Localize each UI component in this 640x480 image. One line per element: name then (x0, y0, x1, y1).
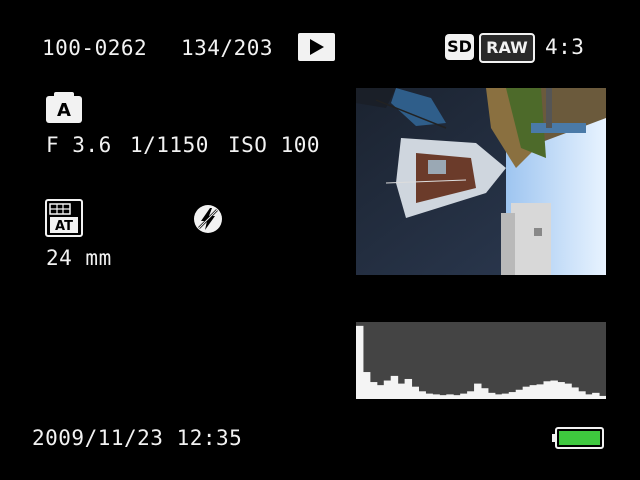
aspect-ratio: 4:3 (545, 35, 585, 59)
aperture-priority-mode-icon: A (46, 92, 82, 123)
histogram-bin (474, 383, 482, 399)
photo-preview (356, 88, 606, 275)
shutter-speed: 1/1150 (130, 133, 209, 157)
histogram-bin (543, 381, 551, 399)
histogram-bin (390, 375, 399, 399)
play-icon[interactable] (298, 33, 335, 61)
file-number: 100-0262 (42, 36, 148, 60)
battery-full-icon (552, 427, 604, 449)
histogram-bin (536, 384, 544, 399)
histogram-bin (529, 385, 538, 399)
sd-card-icon: SD (445, 34, 474, 60)
play-triangle-icon (310, 39, 324, 55)
focal-length: 24 mm (46, 246, 112, 270)
frame-counter: 134/203 (181, 36, 274, 60)
date-time: 2009/11/23 12:35 (32, 426, 243, 450)
histogram-baseline (356, 397, 606, 399)
histogram-bin (397, 383, 406, 399)
histogram-bin (404, 378, 413, 399)
histogram-bin (550, 380, 558, 399)
battery-level-fill (559, 431, 600, 445)
histogram-bin (369, 382, 378, 399)
flash-off-icon (194, 205, 222, 233)
at-label: AT (55, 219, 73, 234)
histogram-bin (564, 383, 572, 399)
histogram-bin (356, 325, 364, 399)
raw-format-badge: RAW (479, 33, 535, 63)
auto-scene-at-icon: AT (45, 199, 83, 237)
iso-value: ISO 100 (228, 133, 321, 157)
histogram (356, 322, 606, 399)
histogram-bin (362, 372, 371, 399)
histogram-bin (557, 382, 565, 399)
histogram-bin (376, 385, 385, 399)
aperture-value: F 3.6 (46, 133, 112, 157)
histogram-bin (383, 380, 392, 399)
